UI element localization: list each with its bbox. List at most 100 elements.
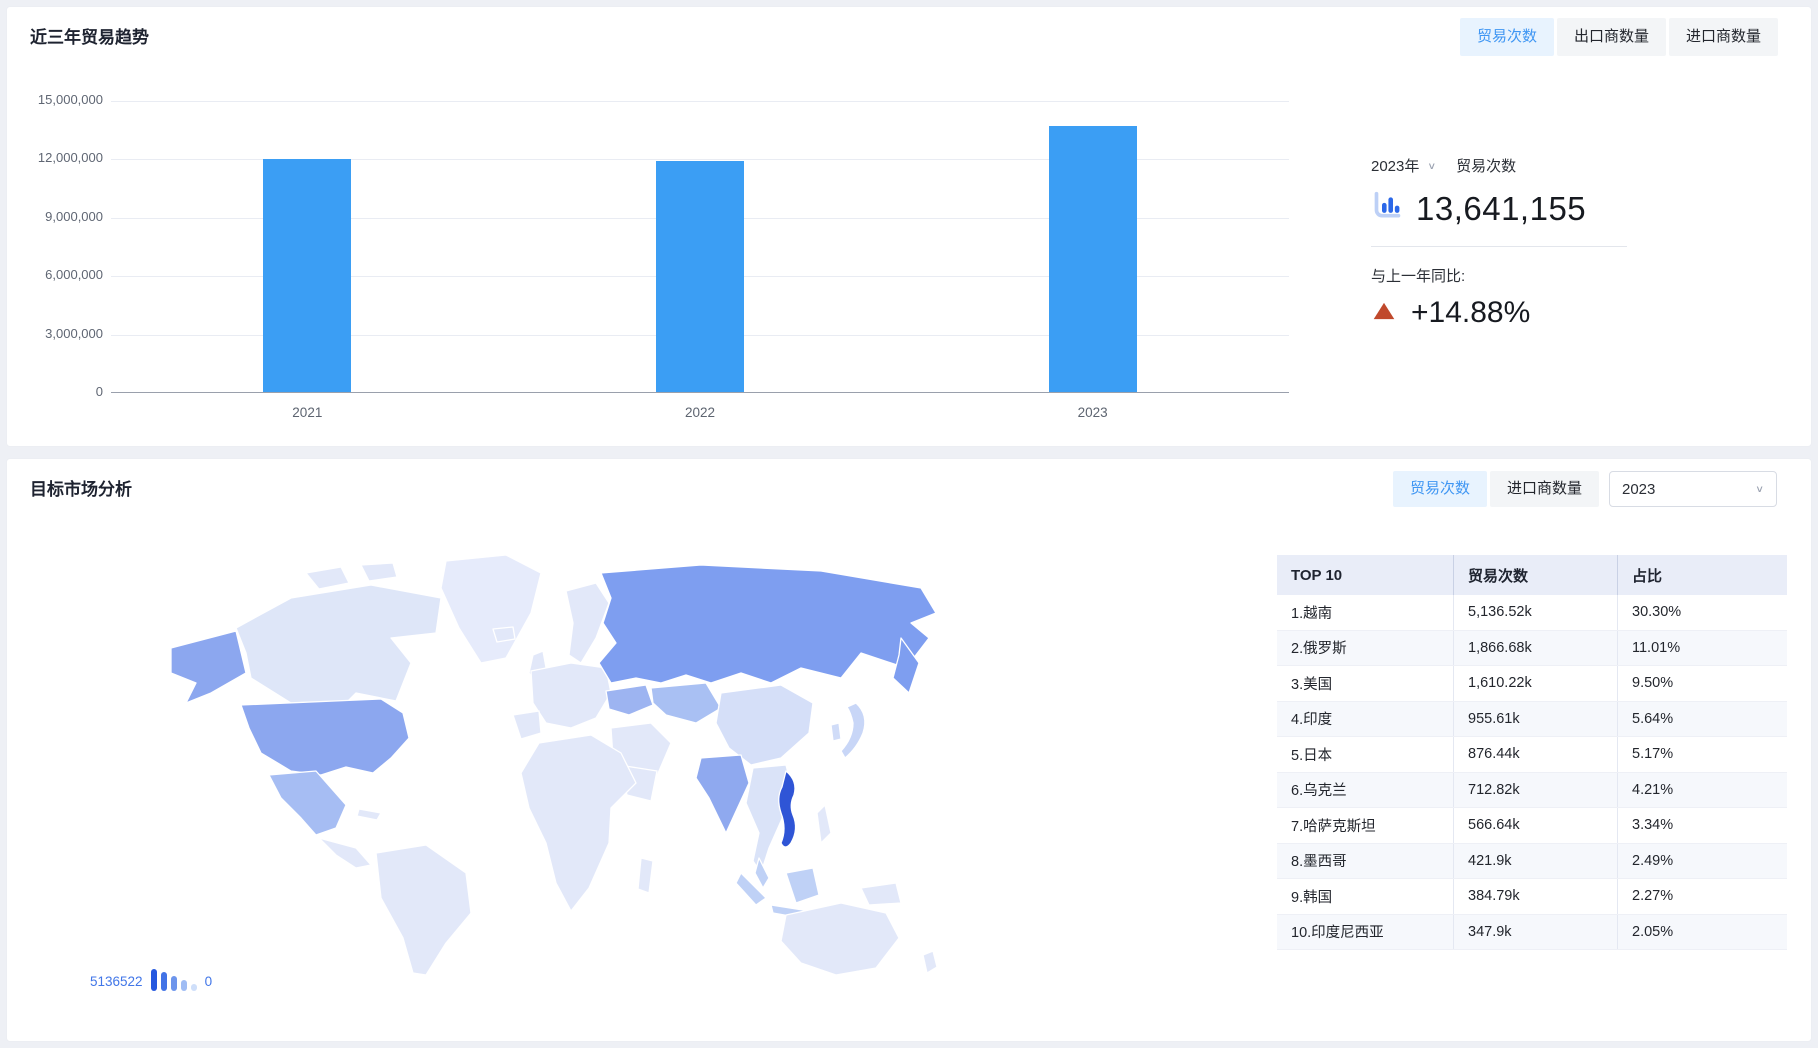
table-cell: 3.美国 bbox=[1277, 666, 1453, 701]
australia bbox=[781, 903, 899, 975]
trend-title: 近三年贸易趋势 bbox=[30, 23, 149, 48]
legend-bar bbox=[191, 984, 197, 991]
table-row: 5.日本876.44k5.17% bbox=[1277, 737, 1787, 773]
table-row: 10.印度尼西亚347.9k2.05% bbox=[1277, 915, 1787, 951]
chevron-down-icon[interactable]: ∨ bbox=[1427, 160, 1436, 171]
table-cell: 5,136.52k bbox=[1453, 595, 1617, 630]
bar-chart-icon bbox=[1371, 190, 1404, 228]
yoy-value: +14.88% bbox=[1411, 296, 1530, 330]
table-cell: 10.印度尼西亚 bbox=[1277, 915, 1453, 950]
x-axis-label: 2021 bbox=[111, 405, 504, 420]
trend-card: 近三年贸易趋势 贸易次数 出口商数量 进口商数量 0 3,000,000 6,000… bbox=[6, 6, 1812, 447]
x-axis-label: 2023 bbox=[896, 405, 1289, 420]
market-card: 目标市场分析 贸易次数 进口商数量 2023 ∨ bbox=[6, 458, 1812, 1042]
table-cell: 7.哈萨克斯坦 bbox=[1277, 808, 1453, 843]
divider bbox=[1371, 246, 1627, 247]
table-cell: 384.79k bbox=[1453, 879, 1617, 914]
table-cell: 712.82k bbox=[1453, 773, 1617, 808]
south-america bbox=[376, 845, 471, 975]
madagascar bbox=[638, 858, 653, 893]
arctic-island bbox=[361, 563, 397, 581]
legend-bars bbox=[151, 969, 197, 991]
market-tab-trade-count[interactable]: 贸易次数 bbox=[1393, 471, 1487, 507]
legend-max-label: 5136522 bbox=[90, 974, 143, 989]
table-cell: 2.27% bbox=[1617, 879, 1787, 914]
legend-bar bbox=[151, 969, 157, 991]
table-row: 1.越南5,136.52k30.30% bbox=[1277, 595, 1787, 631]
europe bbox=[531, 663, 611, 728]
table-row: 4.印度955.61k5.64% bbox=[1277, 702, 1787, 738]
top10-table: TOP 10贸易次数占比1.越南5,136.52k30.30%2.俄罗斯1,86… bbox=[1277, 555, 1787, 950]
country-china bbox=[716, 685, 813, 765]
legend-bar bbox=[181, 980, 187, 991]
table-cell: 11.01% bbox=[1617, 631, 1787, 666]
market-title: 目标市场分析 bbox=[30, 475, 132, 500]
country-japan bbox=[841, 703, 865, 758]
country-alaska bbox=[171, 631, 246, 703]
y-axis-label: 15,000,000 bbox=[9, 92, 103, 107]
trend-tab-group: 贸易次数 出口商数量 进口商数量 bbox=[1460, 18, 1778, 56]
world-map-svg bbox=[141, 543, 961, 983]
year-select[interactable]: 2023 ∨ bbox=[1609, 471, 1777, 507]
arctic-island bbox=[306, 567, 349, 589]
table-row: 8.墨西哥421.9k2.49% bbox=[1277, 844, 1787, 880]
table-cell: 876.44k bbox=[1453, 737, 1617, 772]
stat-value: 13,641,155 bbox=[1416, 190, 1586, 228]
bar-2022 bbox=[656, 161, 744, 392]
table-cell: 5.64% bbox=[1617, 702, 1787, 737]
tab-trade-count[interactable]: 贸易次数 bbox=[1460, 18, 1554, 56]
country-us bbox=[241, 699, 409, 775]
country-mexico bbox=[269, 771, 346, 835]
table-cell: 9.韩国 bbox=[1277, 879, 1453, 914]
legend-bar bbox=[171, 976, 177, 991]
table-header-cell: 贸易次数 bbox=[1453, 555, 1617, 595]
chevron-down-icon: ∨ bbox=[1755, 483, 1764, 494]
table-row: 9.韩国384.79k2.27% bbox=[1277, 879, 1787, 915]
bar-2023 bbox=[1049, 126, 1137, 392]
africa bbox=[521, 735, 636, 911]
table-cell: 3.34% bbox=[1617, 808, 1787, 843]
y-axis-label: 6,000,000 bbox=[9, 267, 103, 282]
country-canada bbox=[236, 585, 441, 708]
table-cell: 955.61k bbox=[1453, 702, 1617, 737]
table-row: 3.美国1,610.22k9.50% bbox=[1277, 666, 1787, 702]
year-select-value: 2023 bbox=[1622, 481, 1655, 498]
map-legend: 5136522 0 bbox=[86, 965, 216, 991]
table-header-cell: TOP 10 bbox=[1277, 555, 1453, 595]
table-header-cell: 占比 bbox=[1617, 555, 1787, 595]
table-cell: 5.17% bbox=[1617, 737, 1787, 772]
new-guinea bbox=[861, 883, 901, 905]
year-dropdown[interactable]: 2023年 bbox=[1371, 155, 1419, 176]
gridline bbox=[111, 101, 1289, 102]
table-cell: 1,610.22k bbox=[1453, 666, 1617, 701]
table-row: 2.俄罗斯1,866.68k11.01% bbox=[1277, 631, 1787, 667]
y-axis-label: 3,000,000 bbox=[9, 326, 103, 341]
table-header-row: TOP 10贸易次数占比 bbox=[1277, 555, 1787, 595]
y-axis-label: 0 bbox=[9, 384, 103, 399]
world-map[interactable] bbox=[141, 543, 961, 983]
tab-exporter-count[interactable]: 出口商数量 bbox=[1557, 18, 1666, 56]
market-tab-importer-count[interactable]: 进口商数量 bbox=[1490, 471, 1599, 507]
table-cell: 1.越南 bbox=[1277, 595, 1453, 630]
table-cell: 4.印度 bbox=[1277, 702, 1453, 737]
triangle-up-icon bbox=[1371, 298, 1397, 329]
country-kazakhstan bbox=[651, 683, 721, 723]
country-korea bbox=[831, 723, 841, 741]
y-axis-label: 12,000,000 bbox=[9, 150, 103, 165]
stat-metric-label: 贸易次数 bbox=[1456, 155, 1516, 176]
table-cell: 566.64k bbox=[1453, 808, 1617, 843]
x-axis-label: 2022 bbox=[504, 405, 897, 420]
market-controls: 贸易次数 进口商数量 2023 ∨ bbox=[1393, 471, 1777, 507]
borneo bbox=[786, 868, 819, 903]
table-cell: 347.9k bbox=[1453, 915, 1617, 950]
legend-min-label: 0 bbox=[205, 974, 213, 989]
table-cell: 421.9k bbox=[1453, 844, 1617, 879]
tab-importer-count[interactable]: 进口商数量 bbox=[1669, 18, 1778, 56]
table-cell: 2.05% bbox=[1617, 915, 1787, 950]
table-cell: 2.49% bbox=[1617, 844, 1787, 879]
country-russia bbox=[599, 565, 936, 683]
trend-stat-panel: 2023年 ∨ 贸易次数 13,641,155 与上一年同比: bbox=[1371, 155, 1661, 330]
country-greenland bbox=[441, 555, 541, 663]
iberia bbox=[513, 711, 541, 739]
iceland bbox=[493, 627, 515, 642]
